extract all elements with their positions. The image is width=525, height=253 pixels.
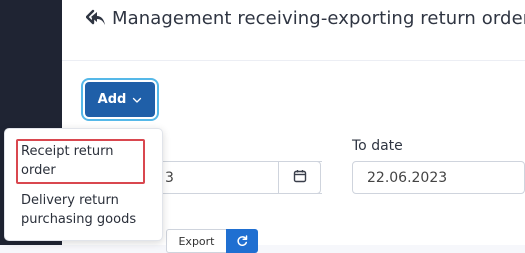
chevron-down-icon — [132, 95, 142, 105]
menu-item-label: Receipt return order — [21, 144, 114, 178]
add-button-label: Add — [97, 92, 127, 107]
calendar-icon — [293, 168, 307, 187]
header-divider — [62, 60, 525, 61]
menu-item-label: Delivery return purchasing goods — [21, 193, 137, 227]
to-date-input[interactable]: 22.06.2023 — [352, 161, 525, 194]
from-date-calendar-button[interactable] — [278, 161, 321, 194]
refresh-button[interactable] — [226, 229, 258, 253]
export-toolbar: Export — [166, 229, 258, 253]
page-title: Management receiving-exporting return or… — [112, 7, 525, 29]
add-dropdown-menu: Receipt return order Delivery return pur… — [4, 128, 163, 241]
menu-item-receipt-return-order[interactable]: Receipt return order — [5, 142, 164, 180]
menu-item-delivery-return-purchasing-goods[interactable]: Delivery return purchasing goods — [5, 191, 164, 229]
export-button[interactable]: Export — [166, 229, 226, 253]
to-date-value: 22.06.2023 — [367, 169, 448, 186]
export-button-label: Export — [178, 234, 215, 248]
refresh-icon — [236, 232, 248, 251]
add-button[interactable]: Add — [85, 82, 155, 117]
reply-all-icon — [86, 8, 106, 28]
to-date-label: To date — [352, 138, 403, 154]
from-date-value: 3 — [165, 169, 174, 186]
page-header: Management receiving-exporting return or… — [86, 7, 525, 29]
